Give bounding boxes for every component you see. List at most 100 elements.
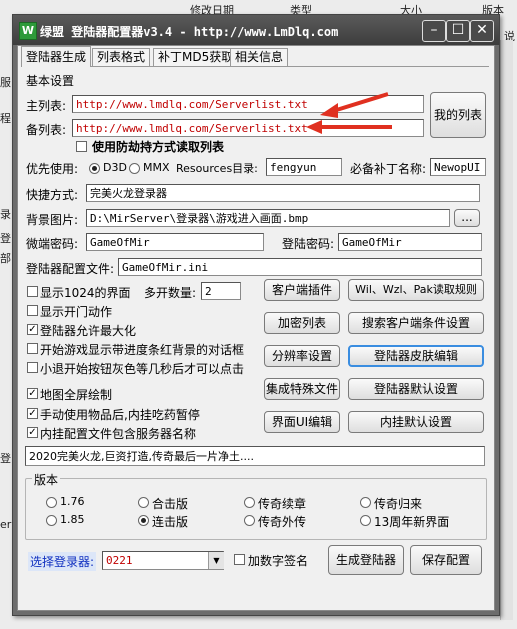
launcher-select-value: 0221 — [106, 554, 133, 567]
version-176-label: 1.76 — [60, 495, 85, 508]
priority-label: 优先使用: — [26, 162, 79, 176]
version-185-label: 1.85 — [60, 513, 85, 526]
version-xuzhang-label: 传奇续章 — [258, 497, 307, 511]
notice-input[interactable]: 2020完美火龙,巨资打造,传奇最后一片净土.... — [25, 446, 485, 466]
window-title: 绿盟 登陆器配置器v3.4 - http://www.LmDlq.com — [40, 25, 339, 39]
wil-rules-button[interactable]: Wil、Wzl、Pak读取规则 — [348, 279, 484, 301]
version-xuzhang-radio[interactable] — [244, 497, 255, 508]
show-door-checkbox[interactable] — [27, 305, 38, 316]
bg-text: er — [0, 518, 12, 531]
tab-generator[interactable]: 登陆器生成 — [21, 46, 92, 67]
bg-text: 登 — [0, 232, 11, 245]
version-lianji-label: 连击版 — [152, 515, 189, 529]
version-176-radio[interactable] — [46, 497, 57, 508]
backup-list-label: 备列表: — [26, 123, 67, 137]
section-basic-label: 基本设置 — [26, 74, 75, 88]
digital-sign-label: 加数字签名 — [248, 554, 309, 568]
arrow-icon — [306, 120, 392, 134]
map-full-checkbox[interactable]: ✓ — [27, 388, 38, 399]
client-area: 登陆器生成 列表格式 补丁MD5获取 相关信息 基本设置 主列表: http:/… — [17, 45, 495, 611]
tab-patch-md5[interactable]: 补丁MD5获取 — [153, 48, 239, 66]
inner-server-label: 内挂配置文件包含服务器名称 — [40, 427, 197, 441]
resolution-button[interactable]: 分辨率设置 — [264, 345, 340, 367]
hijack-checkbox[interactable] — [76, 141, 87, 152]
manual-items-label: 手动使用物品后,内挂吃药暂停 — [40, 408, 200, 422]
version-lianji-radio[interactable] — [138, 515, 149, 526]
multi-input[interactable]: 2 — [201, 282, 241, 300]
title-bar[interactable]: W 绿盟 登陆器配置器v3.4 - http://www.LmDlq.com –… — [13, 15, 499, 45]
digital-sign-checkbox[interactable] — [234, 554, 245, 565]
close-button[interactable]: ✕ — [470, 20, 494, 42]
login-pwd-input[interactable]: GameOfMir — [338, 233, 482, 251]
map-full-label: 地图全屏绘制 — [40, 388, 113, 402]
progress-red-label: 开始游戏显示带进度条红背景的对话框 — [40, 343, 245, 357]
hijack-label: 使用防劫持方式读取列表 — [92, 140, 225, 154]
launcher-select[interactable]: 0221 — [102, 551, 224, 570]
default-settings-button[interactable]: 登陆器默认设置 — [348, 378, 484, 400]
key-input[interactable]: GameOfMir — [86, 233, 264, 251]
version-guilai-label: 传奇归来 — [374, 497, 423, 511]
allow-max-label: 登陆器允许最大化 — [40, 324, 137, 338]
ui-edit-button[interactable]: 界面UI编辑 — [264, 411, 340, 433]
show-door-label: 显示开门动作 — [40, 305, 113, 319]
version-waizhuan-label: 传奇外传 — [258, 515, 307, 529]
version-waizhuan-radio[interactable] — [244, 515, 255, 526]
skin-edit-button[interactable]: 登陆器皮肤编辑 — [348, 345, 484, 367]
mmx-label: MMX — [143, 161, 170, 174]
mmx-radio[interactable] — [129, 163, 140, 174]
client-plugin-button[interactable]: 客户端插件 — [264, 279, 340, 301]
save-config-button[interactable]: 保存配置 — [410, 545, 482, 575]
tab-divider — [21, 66, 489, 67]
chevron-down-icon[interactable]: ▼ — [208, 552, 224, 569]
bg-text: 录 — [0, 208, 11, 221]
bgimage-label: 背景图片: — [26, 213, 79, 227]
allow-max-checkbox[interactable]: ✓ — [27, 324, 38, 335]
version-13th-label: 13周年新界面 — [374, 515, 450, 529]
gray-btn-checkbox[interactable] — [27, 362, 38, 373]
special-files-button[interactable]: 集成特殊文件 — [264, 378, 340, 400]
version-185-radio[interactable] — [46, 515, 57, 526]
maximize-button[interactable]: ☐ — [446, 20, 470, 42]
version-heji-label: 合击版 — [152, 497, 189, 511]
patch-input[interactable]: NewopUI — [430, 158, 486, 176]
bg-text: 程 — [0, 112, 11, 125]
search-client-button[interactable]: 搜索客户端条件设置 — [348, 312, 484, 334]
show1024-checkbox[interactable] — [27, 286, 38, 297]
version-13th-radio[interactable] — [360, 515, 371, 526]
inner-server-checkbox[interactable]: ✓ — [27, 427, 38, 438]
bgimage-input[interactable]: D:\MirServer\登录器\游戏进入画面.bmp — [86, 209, 450, 227]
bg-text: 部 — [0, 252, 11, 265]
encrypt-list-button[interactable]: 加密列表 — [264, 312, 340, 334]
shortcut-label: 快捷方式: — [26, 188, 79, 202]
my-list-button[interactable]: 我的列表 — [430, 92, 486, 138]
tab-list-format[interactable]: 列表格式 — [92, 48, 151, 66]
select-launcher-label: 选择登录器: — [28, 552, 97, 571]
key-label: 微端密码: — [26, 237, 79, 251]
login-pwd-label: 登陆密码: — [282, 237, 335, 251]
shortcut-input[interactable]: 完美火龙登录器 — [86, 184, 480, 202]
multi-label: 多开数量: — [144, 286, 197, 300]
progress-red-checkbox[interactable] — [27, 343, 38, 354]
minimize-button[interactable]: – — [422, 20, 446, 42]
version-guilai-radio[interactable] — [360, 497, 371, 508]
resources-input[interactable]: fengyun — [266, 158, 342, 176]
resources-label: Resources目录: — [176, 162, 258, 175]
arrow-icon — [320, 92, 389, 118]
patch-label: 必备补丁名称: — [350, 162, 427, 176]
tab-about[interactable]: 相关信息 — [230, 48, 289, 66]
browse-button[interactable]: ... — [454, 209, 480, 227]
d3d-label: D3D — [103, 161, 127, 174]
d3d-radio[interactable] — [89, 163, 100, 174]
bg-scrollbar[interactable] — [500, 40, 513, 620]
version-group-label: 版本 — [32, 471, 61, 488]
bg-text: 服 — [0, 76, 11, 89]
show1024-label: 显示1024的界面 — [40, 286, 131, 300]
generate-button[interactable]: 生成登陆器 — [328, 545, 404, 575]
config-input[interactable]: GameOfMir.ini — [118, 258, 482, 276]
manual-items-checkbox[interactable]: ✓ — [27, 408, 38, 419]
configurator-window: W 绿盟 登陆器配置器v3.4 - http://www.LmDlq.com –… — [12, 14, 500, 616]
version-heji-radio[interactable] — [138, 497, 149, 508]
gray-btn-label: 小退开始按钮灰色等几秒后才可以点击 — [40, 362, 245, 376]
config-label: 登陆器配置文件: — [26, 262, 115, 276]
inner-default-button[interactable]: 内挂默认设置 — [348, 411, 484, 433]
